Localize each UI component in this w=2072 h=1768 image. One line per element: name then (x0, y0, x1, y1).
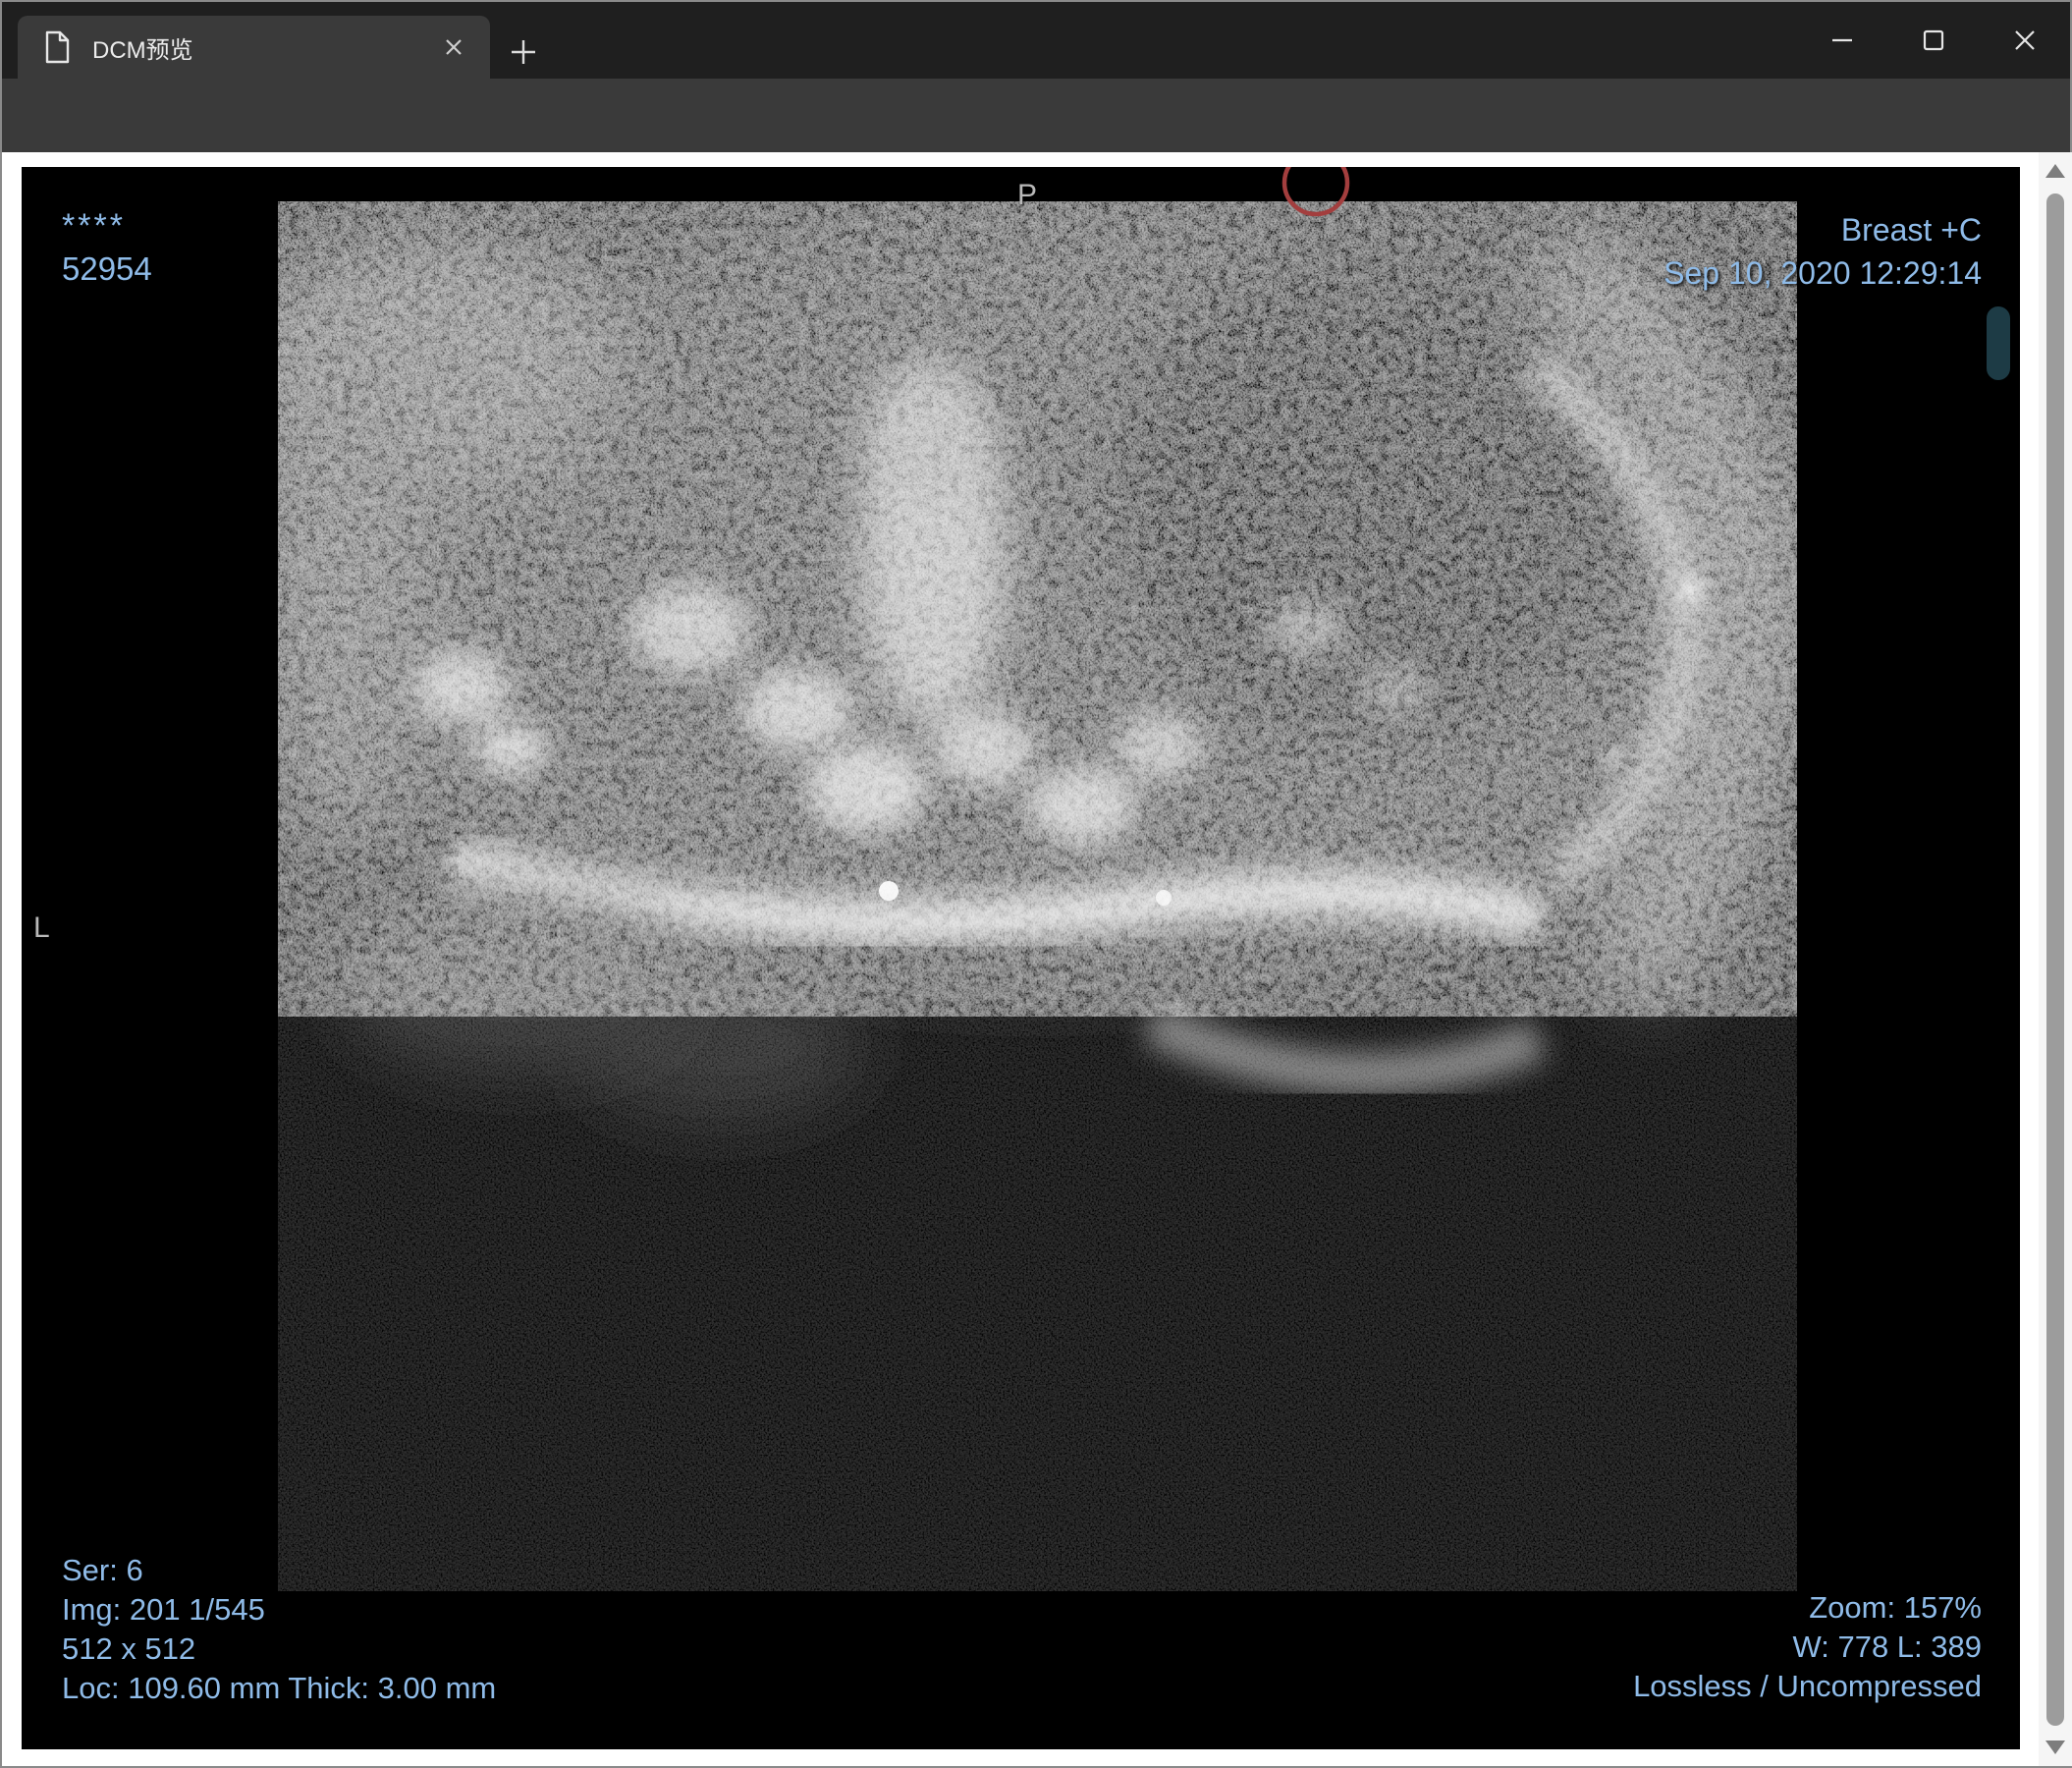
patient-id: 52954 (62, 250, 152, 287)
maximize-button[interactable] (1887, 2, 1979, 79)
minimize-button[interactable] (1796, 2, 1887, 79)
orientation-marker-left: L (33, 912, 50, 944)
slice-location: Loc: 109.60 mm Thick: 3.00 mm (62, 1671, 497, 1705)
browser-window: DCM预览 **** 52954 Breast +C Sep 10, 2020 … (0, 0, 2072, 1768)
series-number: Ser: 6 (62, 1553, 143, 1587)
viewer-scroll-indicator[interactable] (1987, 306, 2010, 380)
display-info-overlay: Zoom: 157% W: 778 L: 389 Lossless / Unco… (1633, 1588, 1982, 1706)
toolbar: https://file.kkview.cn/onlinePreview?url… (2, 79, 2070, 223)
scrollbar-thumb[interactable] (2046, 193, 2064, 1726)
page-favicon-icon (43, 30, 71, 64)
compression-info: Lossless / Uncompressed (1633, 1669, 1982, 1703)
browser-tab[interactable]: DCM预览 (18, 16, 490, 79)
tab-close-icon[interactable] (435, 28, 472, 66)
orientation-marker-posterior: P (1017, 179, 1038, 211)
patient-info-overlay: **** 52954 (62, 204, 152, 291)
page-content: **** 52954 Breast +C Sep 10, 2020 12:29:… (2, 152, 2072, 1766)
new-tab-button[interactable] (505, 33, 542, 71)
image-number: Img: 201 1/545 (62, 1592, 265, 1627)
zoom-level: Zoom: 157% (1809, 1590, 1982, 1625)
scrollbar-up-arrow-icon[interactable] (2045, 164, 2065, 178)
study-info-overlay: Breast +C Sep 10, 2020 12:29:14 (1663, 208, 1982, 295)
page-scrollbar[interactable] (2039, 152, 2072, 1766)
window-level: W: 778 L: 389 (1792, 1630, 1982, 1664)
patient-name-masked: **** (62, 207, 126, 245)
close-button[interactable] (1979, 2, 2070, 79)
study-description: Breast +C (1840, 212, 1982, 248)
dicom-viewer-canvas[interactable]: **** 52954 Breast +C Sep 10, 2020 12:29:… (22, 167, 2020, 1749)
series-info-overlay: Ser: 6 Img: 201 1/545 512 x 512 Loc: 109… (62, 1551, 496, 1708)
image-matrix: 512 x 512 (62, 1631, 196, 1666)
mri-image (278, 167, 1797, 1591)
titlebar: DCM预览 (2, 2, 2070, 79)
tab-title: DCM预览 (92, 36, 193, 64)
window-controls (1796, 2, 2070, 79)
study-datetime: Sep 10, 2020 12:29:14 (1663, 255, 1982, 291)
scrollbar-down-arrow-icon[interactable] (2045, 1740, 2065, 1754)
